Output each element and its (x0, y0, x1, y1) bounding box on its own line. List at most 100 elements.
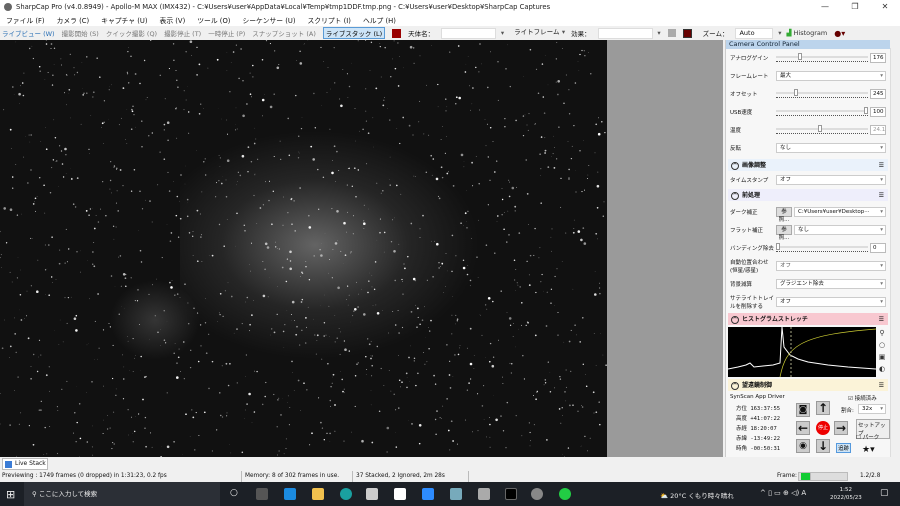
mail-icon[interactable] (284, 488, 296, 500)
close-button[interactable]: ✕ (870, 0, 900, 13)
contrast-icon[interactable]: ◐ (876, 363, 888, 375)
edge-icon[interactable] (340, 488, 352, 500)
maximize-button[interactable]: ❐ (840, 0, 870, 13)
park-checkbox[interactable]: ☐ パーク (856, 433, 879, 441)
framerate-select[interactable]: 最大 (776, 71, 886, 81)
menu-file[interactable]: ファイル (F) (6, 15, 45, 25)
connected-checkbox[interactable]: ☑ 接続済み (848, 394, 877, 402)
menu-scripting[interactable]: スクリプト (I) (308, 15, 351, 25)
zoom-select[interactable]: Auto (735, 27, 781, 39)
explorer-icon[interactable] (312, 488, 324, 500)
tray-icons[interactable]: ^ ▯ ▭ ⊕ ◁) A (760, 489, 806, 497)
bg-select[interactable]: グラジエント除去 (776, 279, 886, 289)
goto-icon[interactable]: ◙ (796, 403, 810, 417)
dark-select[interactable]: C:¥Users¥user¥Desktop··· (794, 207, 886, 217)
menu-icon[interactable]: ☰ (879, 192, 884, 199)
reset-icon[interactable]: ○ (876, 339, 888, 351)
flat-select[interactable]: なし (794, 225, 886, 235)
timestamp-select[interactable]: オフ (776, 175, 886, 185)
center-icon[interactable]: ◉ (796, 439, 810, 453)
align-select[interactable]: オフ (776, 261, 886, 271)
panel-scrollbar[interactable] (890, 48, 900, 457)
stop-button[interactable]: 停止 (816, 421, 830, 435)
menu-view[interactable]: 表示 (V) (160, 15, 186, 25)
zoom-app-icon[interactable] (422, 488, 434, 500)
target-input[interactable] (441, 27, 504, 39)
gain-slider[interactable] (776, 53, 868, 63)
cortana-icon[interactable]: ○ (230, 488, 238, 498)
grey-swatch-icon[interactable] (667, 29, 676, 37)
live-stack-tab[interactable]: Live Stack (2, 458, 48, 470)
preprocess-header[interactable]: ^ 前処理 ☰ (728, 189, 888, 201)
app-icon[interactable] (559, 488, 571, 500)
app-icon[interactable] (450, 488, 462, 500)
rate-select[interactable]: 32x (858, 404, 886, 414)
image-view[interactable] (0, 40, 607, 457)
west-button[interactable]: ← (796, 421, 810, 435)
record-icon[interactable]: ●▾ (834, 29, 845, 38)
menu-icon[interactable]: ☰ (879, 162, 884, 169)
pause-button[interactable]: 一時停止 (P) (208, 28, 245, 38)
frame-type-select[interactable]: ライトフレーム (511, 28, 565, 39)
quick-capture-button[interactable]: クイック撮影 (Q) (106, 28, 157, 38)
weather[interactable]: ⛅ 20°C くもり時々晴れ (660, 490, 734, 500)
menu-sequencer[interactable]: シーケンサー (U) (242, 15, 295, 25)
menu-icon[interactable]: ☰ (879, 382, 884, 389)
star-dropdown-icon[interactable]: ★▾ (862, 445, 875, 455)
task-view-icon[interactable] (256, 488, 268, 500)
usb-input[interactable]: 100 (870, 107, 886, 117)
stop-capture-button[interactable]: 撮影停止 (T) (164, 28, 201, 38)
banding-input[interactable]: 0 (870, 243, 886, 253)
flip-select[interactable]: なし (776, 143, 886, 153)
histogram-button[interactable]: ▟ Histogram (786, 29, 827, 37)
north-button[interactable]: ↑ (816, 401, 830, 415)
store-icon[interactable] (394, 488, 406, 500)
paint-icon[interactable] (478, 488, 490, 500)
offset-slider[interactable] (776, 89, 868, 99)
menu-tools[interactable]: ツール (O) (197, 15, 230, 25)
clock[interactable]: 1:52 2022/05/23 (830, 486, 862, 502)
live-view-button[interactable]: ライブビュー (W) (2, 28, 55, 38)
banding-slider[interactable] (776, 243, 868, 253)
windows-start-icon[interactable]: ⊞ (6, 488, 15, 501)
menu-camera[interactable]: カメラ (C) (57, 15, 90, 25)
east-button[interactable]: → (834, 421, 848, 435)
south-button[interactable]: ↓ (816, 439, 830, 453)
collapse-icon[interactable]: ^ (731, 162, 739, 170)
track-button[interactable]: 追跡 (836, 443, 852, 453)
slider-thumb[interactable] (818, 125, 822, 132)
offset-input[interactable]: 245 (870, 89, 886, 99)
pin-icon[interactable]: ⚲ (876, 327, 888, 339)
slider-thumb[interactable] (797, 53, 802, 60)
save-icon[interactable]: ▣ (876, 351, 888, 363)
effect-select[interactable] (597, 27, 661, 39)
start-capture-button[interactable]: 撮影開始 (S) (62, 28, 99, 38)
slider-thumb[interactable] (864, 107, 868, 114)
usb-slider[interactable] (776, 107, 868, 117)
notification-icon[interactable]: ▢ (880, 488, 889, 498)
reticle-icon[interactable] (682, 28, 692, 38)
flat-browse-button[interactable]: 参照... (776, 225, 792, 241)
collapse-icon[interactable]: ^ (731, 316, 739, 324)
image-adjust-header[interactable]: ^ 画像調整 ☰ (728, 159, 888, 171)
app-icon[interactable] (366, 488, 378, 500)
collapse-icon[interactable]: ^ (731, 192, 739, 200)
menu-icon[interactable]: ☰ (879, 316, 884, 323)
red-icon[interactable] (392, 28, 402, 38)
sharpcap-icon[interactable] (531, 488, 543, 500)
collapse-icon[interactable]: ^ (731, 382, 739, 390)
histogram-header[interactable]: ^ ヒストグラムストレッチ ☰ (728, 313, 888, 325)
dark-browse-button[interactable]: 参照... (776, 207, 792, 223)
sat-select[interactable]: オフ (776, 297, 886, 307)
snapshot-button[interactable]: スナップショット (A) (252, 28, 316, 38)
menu-help[interactable]: ヘルプ (H) (363, 15, 396, 25)
gain-input[interactable]: 176 (870, 53, 886, 63)
telescope-header[interactable]: ^ 望遠鏡制御 ☰ (728, 379, 888, 391)
slider-thumb[interactable] (794, 89, 799, 96)
histogram-chart[interactable] (728, 327, 876, 377)
taskbar-search[interactable]: ⚲ ここに入力して検索 (24, 482, 220, 506)
minimize-button[interactable]: — (810, 0, 840, 13)
menu-capture[interactable]: キャプチャ (U) (101, 15, 147, 25)
app-icon[interactable] (505, 488, 517, 500)
live-stack-button[interactable]: ライブスタック (L) (322, 27, 386, 39)
